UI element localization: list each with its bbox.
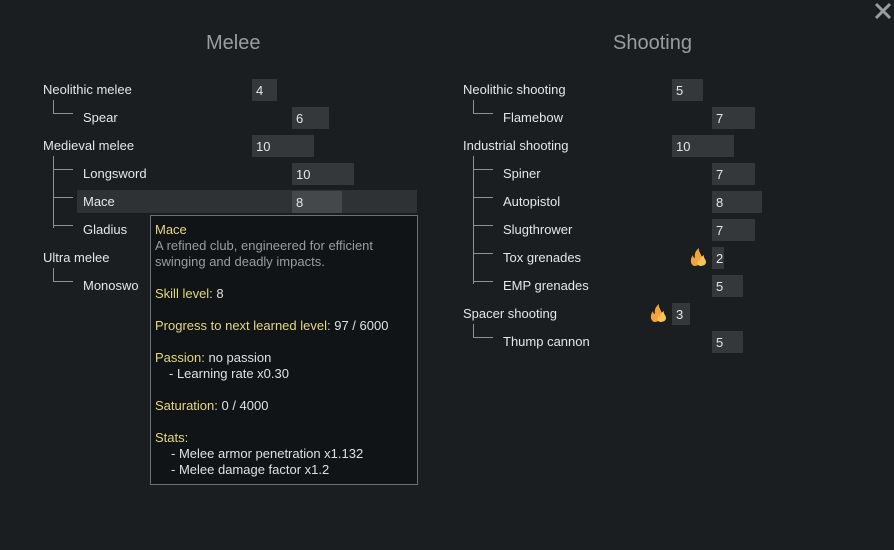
tree-line [53,100,54,114]
progress-label: Progress to next learned level: [155,318,331,333]
skill-value-medieval-melee[interactable]: 10 [252,135,314,157]
skill-value-mace[interactable]: 8 [292,191,342,213]
skill-label-neolithic-melee[interactable]: Neolithic melee [43,82,132,98]
tree-line [53,281,73,282]
tree-line [53,169,73,170]
tree-line [53,113,73,114]
skill-value-neolithic-shooting[interactable]: 5 [672,79,703,101]
skills-window: Melee Shooting Neolithic melee 4 Spear 6… [0,0,894,550]
passion-value: no passion [204,350,272,365]
tooltip-passion: Passion: no passion [155,350,413,366]
tree-line [473,113,493,114]
skill-value-industrial-shooting[interactable]: 10 [672,135,734,157]
learning-rate: - Learning rate x0.30 [169,366,289,381]
tree-line [53,268,54,282]
tree-line [473,225,493,226]
tree-line [473,156,474,284]
skill-label-medieval-melee[interactable]: Medieval melee [43,138,134,154]
skill-label-autopistol[interactable]: Autopistol [503,194,560,210]
skill-label-mace[interactable]: Mace [83,194,115,210]
tree-line [473,281,493,282]
skill-value-spear[interactable]: 6 [292,107,329,129]
skill-value-flamebow[interactable]: 7 [712,107,755,129]
melee-column-title: Melee [206,32,261,54]
progress-value: 97 / 6000 [330,318,389,333]
tree-line [53,156,54,228]
tree-line [473,337,493,338]
skill-value-spacer-shooting[interactable]: 3 [672,303,690,325]
skill-label-spiner[interactable]: Spiner [503,166,541,182]
tree-line [53,197,73,198]
close-icon [874,2,892,20]
skill-value-longsword[interactable]: 10 [292,163,354,185]
shooting-column-title: Shooting [613,32,692,54]
stat-armor-penetration: - Melee armor penetration x1.132 [171,446,364,461]
skill-value-neolithic-melee[interactable]: 4 [252,79,277,101]
skill-level-label: Skill level: [155,286,213,301]
skill-tooltip: Mace A refined club, engineered for effi… [150,215,418,485]
skill-label-longsword[interactable]: Longsword [83,166,147,182]
skill-label-monosword[interactable]: Monoswo [83,278,139,294]
tree-line [473,324,474,338]
skill-value-slugthrower[interactable]: 7 [712,219,755,241]
saturation-value: 0 / 4000 [217,398,269,413]
skill-label-industrial-shooting[interactable]: Industrial shooting [463,138,569,154]
skill-label-spacer-shooting[interactable]: Spacer shooting [463,306,557,322]
skill-value-thump-cannon[interactable]: 5 [712,331,743,353]
stats-label: Stats: [155,430,189,445]
close-button[interactable] [872,0,894,22]
passion-label: Passion: [155,350,205,365]
skill-label-flamebow[interactable]: Flamebow [503,110,563,126]
skill-label-ultra-melee[interactable]: Ultra melee [43,250,109,266]
skill-level-value: 8 [212,286,224,301]
skill-label-spear[interactable]: Spear [83,110,118,126]
tree-line [53,225,73,226]
skill-label-slugthrower[interactable]: Slugthrower [503,222,572,238]
skill-label-tox-grenades[interactable]: Tox grenades [503,250,581,266]
skill-value-autopistol[interactable]: 8 [712,191,762,213]
tooltip-skill-level: Skill level: 8 [155,286,413,302]
skill-label-neolithic-shooting[interactable]: Neolithic shooting [463,82,566,98]
skill-row-highlight[interactable] [77,190,417,213]
skill-value-spiner[interactable]: 7 [712,163,755,185]
tooltip-progress: Progress to next learned level: 97 / 600… [155,318,413,334]
skill-value-tox-grenades[interactable]: 2 [712,247,724,269]
tooltip-description-line-1: A refined club, engineered for efficient [155,238,374,253]
stat-damage-factor: - Melee damage factor x1.2 [171,462,330,477]
tree-line [473,197,493,198]
skill-label-gladius[interactable]: Gladius [83,222,127,238]
skill-label-thump-cannon[interactable]: Thump cannon [503,334,590,350]
flame-icon [690,248,706,266]
flame-icon [650,304,666,322]
skill-label-emp-grenades[interactable]: EMP grenades [503,278,589,294]
saturation-label: Saturation: [155,398,218,413]
tooltip-description-line-2: swinging and deadly impacts. [155,254,325,269]
skill-value-emp-grenades[interactable]: 5 [712,275,743,297]
tree-line [473,100,474,114]
tooltip-title: Mace [155,222,187,237]
tree-line [473,253,493,254]
tooltip-saturation: Saturation: 0 / 4000 [155,398,413,414]
tree-line [473,169,493,170]
